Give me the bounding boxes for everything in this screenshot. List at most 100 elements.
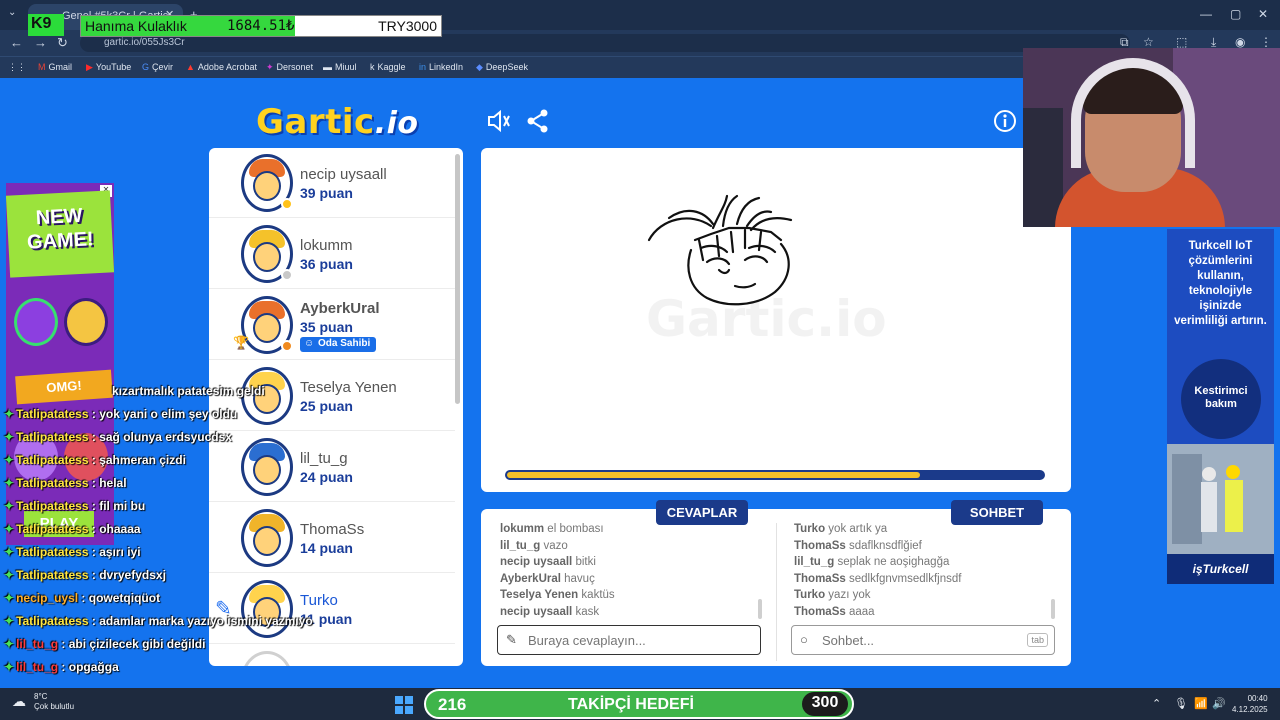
room-owner-badge: ☺ Oda Sahibi <box>300 337 377 352</box>
follower-goal-overlay: 216 TAKİPÇİ HEDEFİ 300 <box>424 689 854 719</box>
stream-chat-text: şahmeran çizdi <box>99 453 186 467</box>
system-clock[interactable]: 00:40 4.12.2025 <box>1232 693 1268 715</box>
microphone-icon[interactable]: 🎙 <box>1174 697 1188 710</box>
owner-icon: ☺ <box>304 338 315 349</box>
close-window-icon[interactable]: ✕ <box>1258 7 1268 21</box>
badge-icon: ✦ <box>4 660 15 674</box>
chat-input-box[interactable]: ○ tab <box>791 625 1055 655</box>
extensions-icon[interactable]: ⬚ <box>1176 35 1187 49</box>
answer-input[interactable] <box>528 630 728 650</box>
minimize-icon[interactable]: — <box>1200 7 1212 21</box>
menu-icon[interactable]: ⋮ <box>1260 35 1272 49</box>
panel-divider <box>776 523 777 661</box>
volume-icon[interactable]: 🔊 <box>1212 697 1226 710</box>
bookmark-gmail[interactable]: M Gmail <box>38 62 72 72</box>
answers-scrollbar[interactable] <box>758 599 762 619</box>
bookmark-linkedin[interactable]: in LinkedIn <box>419 62 463 72</box>
stream-chat-message: ✦ Tatlipatatess : yok yani o elim şey old… <box>4 407 237 421</box>
pencil-icon: ✎ <box>506 632 517 647</box>
profile-icon[interactable]: ◉ <box>1235 35 1245 49</box>
gartic-logo[interactable]: Gartic.io <box>256 102 418 142</box>
answers-list[interactable]: lokumm el bombası lil_tu_g vazo necip uy… <box>500 523 765 623</box>
reload-icon[interactable]: ↻ <box>57 35 68 51</box>
chat-list[interactable]: Turko yok artık ya ThomaSs sdaflknsdflği… <box>794 523 1059 623</box>
weather-desc: Çok bulutlu <box>34 702 75 711</box>
url-text: gartic.io/055Js3Cr <box>104 37 185 48</box>
answer-input-box[interactable]: ✎ <box>497 625 761 655</box>
players-list[interactable]: necip uysaall 39 puan lokumm 36 puan 🏆 A… <box>209 148 463 666</box>
bookmark-dersonet[interactable]: ✦ Dersonet <box>266 62 313 73</box>
right-ad-banner[interactable]: Turkcell IoT çözümlerini kullanın, tekno… <box>1167 229 1274 584</box>
clock-time: 00:40 <box>1247 694 1268 703</box>
stream-chat-text: yok yani o elim şey oldu <box>99 407 238 421</box>
stream-chat-message: ✦ Tatlipatatess : dvryefydsxj <box>4 568 166 582</box>
tab-chat[interactable]: SOHBET <box>951 500 1043 525</box>
sound-icon[interactable] <box>486 108 512 134</box>
stream-chat-message: ✦ necip_uysl : qowetqiqüot <box>4 591 160 605</box>
chat-message: Turko yazı yok <box>794 589 871 601</box>
players-scrollbar[interactable] <box>455 154 460 404</box>
windows-start-icon[interactable] <box>395 696 413 714</box>
stream-chat-separator: : <box>88 614 100 628</box>
stream-chat-message: ✦ Tatlipatatess : helal <box>4 476 127 490</box>
ad-comic-text: OMG! <box>15 369 113 405</box>
badge-icon: ✦ <box>4 522 15 536</box>
bookmark-acrobat[interactable]: ▲ Adobe Acrobat <box>186 62 257 72</box>
stream-chat-user: Tatlipatatess <box>16 545 89 559</box>
tray-chevron-icon[interactable]: ⌃ <box>1152 697 1161 710</box>
bookmark-youtube[interactable]: ▶ YouTube <box>86 62 131 73</box>
avatar <box>241 509 293 567</box>
tab-answers[interactable]: CEVAPLAR <box>656 500 748 525</box>
network-icon[interactable]: 📶 <box>1194 697 1208 710</box>
player-row[interactable]: lokumm 36 puan <box>209 219 455 289</box>
bookmark-translate[interactable]: G Çevir <box>142 62 173 72</box>
share-icon[interactable] <box>525 108 551 134</box>
stream-chat-message: ✦ Tatlipatatess : ohaaaa <box>4 522 141 536</box>
player-score: 39 puan <box>300 185 353 201</box>
apps-icon[interactable]: ⋮⋮ <box>8 62 26 73</box>
player-row[interactable]: lil_tu_g 24 puan <box>209 432 455 502</box>
player-name: lokumm <box>300 237 353 254</box>
back-icon[interactable]: ← <box>10 35 23 50</box>
bookmark-miuul[interactable]: ▬ Miuul <box>323 62 357 72</box>
player-score: 24 puan <box>300 469 353 485</box>
player-name: necip uysaall <box>300 166 387 183</box>
player-row[interactable]: necip uysaall 39 puan <box>209 148 455 218</box>
answer-message: necip uysaall bitki <box>500 556 596 568</box>
bookmark-star-icon[interactable]: ☆ <box>1143 35 1154 49</box>
player-row[interactable] <box>209 645 455 666</box>
bookmark-deepseek[interactable]: ◆ DeepSeek <box>476 62 528 73</box>
chat-message: ThomaSs sedlkfgnvmsedlkfjnsdf <box>794 572 962 585</box>
chat-input[interactable] <box>822 630 1022 650</box>
left-ad-banner[interactable]: ✕ NEW GAME! OMG! PLAY <box>6 183 114 545</box>
tab-key-hint: tab <box>1027 633 1048 647</box>
stream-chat-message: ✦ Tatlipatatess : aşırı iyi <box>4 545 141 559</box>
answer-message: necip uysaall kask <box>500 605 600 618</box>
clock-date: 4.12.2025 <box>1232 705 1268 714</box>
player-row-drawing[interactable]: ✎ Turko 11 puan <box>209 574 455 644</box>
ad-cta[interactable]: Kestirimci bakım <box>1181 359 1261 439</box>
bookmark-kaggle[interactable]: k Kaggle <box>370 62 406 72</box>
tab-search-icon[interactable]: ⌄ <box>8 7 16 18</box>
chat-scrollbar[interactable] <box>1051 599 1055 619</box>
info-icon[interactable] <box>992 108 1018 134</box>
forward-icon[interactable]: → <box>34 35 47 50</box>
player-score: 14 puan <box>300 540 353 556</box>
stream-chat-user: Tatlipatatess <box>16 614 89 628</box>
badge-icon: ✦ <box>4 453 15 467</box>
drawing-canvas[interactable]: Gartic.io <box>481 148 1071 492</box>
trophy-icon: 🏆 <box>233 335 250 350</box>
player-name: AyberkUral <box>300 300 380 317</box>
player-row[interactable]: 🏆 AyberkUral 35 puan ☺ Oda Sahibi <box>209 290 455 360</box>
round-timer <box>505 470 1045 480</box>
timer-fill <box>507 472 920 478</box>
badge-icon: ✦ <box>4 407 15 421</box>
ticker-logo: K9 <box>28 14 64 36</box>
chat-message: ThomaSs aaaa <box>794 605 875 618</box>
maximize-icon[interactable]: ▢ <box>1230 7 1241 21</box>
stream-chat-separator: : <box>88 499 100 513</box>
badge-icon: ✦ <box>4 545 15 559</box>
player-row[interactable]: ThomaSs 14 puan <box>209 503 455 573</box>
badge-icon: ✦ <box>4 591 15 605</box>
stream-chat-separator: : <box>88 407 100 421</box>
